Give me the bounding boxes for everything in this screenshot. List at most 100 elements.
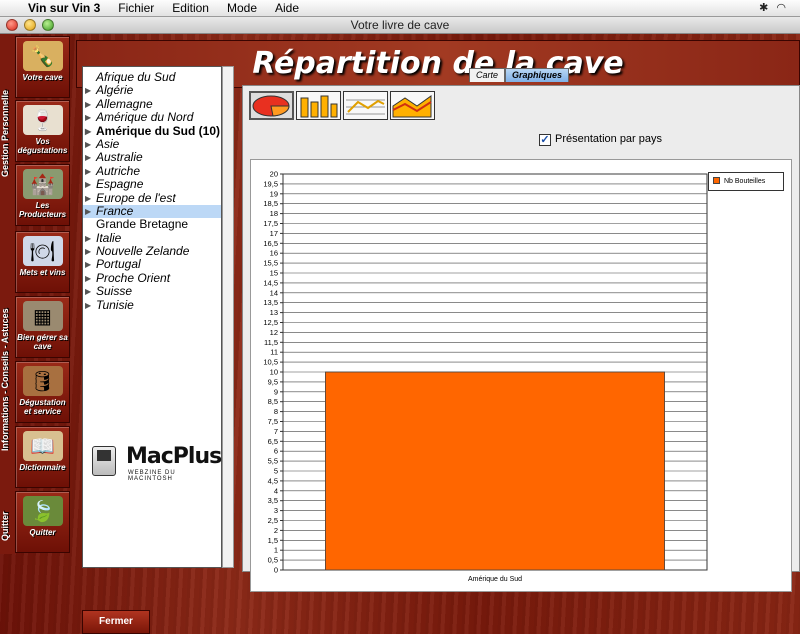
country-list[interactable]: Afrique du Sud ▶ Algérie ▶ Allemagne ▶ Amériqu… — [82, 66, 234, 568]
menu-edition[interactable]: Edition — [172, 1, 209, 15]
minimize-window-button[interactable] — [24, 19, 36, 31]
disclosure-triangle-icon[interactable]: ▶ — [85, 165, 91, 178]
y-tick-label: 13 — [270, 308, 278, 317]
y-tick-label: 9 — [274, 387, 278, 396]
bar-chart-icon — [300, 95, 338, 118]
tab-graphiques[interactable]: Graphiques — [505, 68, 569, 82]
bluetooth-icon[interactable]: ✱ — [759, 2, 776, 14]
nav-degustation-service[interactable]: 🛢 Dégustation et service — [15, 361, 70, 423]
y-tick-label: 13,5 — [263, 298, 278, 307]
disclosure-triangle-icon[interactable]: ▶ — [85, 84, 91, 97]
y-tick-label: 12 — [270, 328, 278, 337]
nav-vos-degustations[interactable]: 🍷 Vos dégustations — [15, 100, 70, 162]
country-item[interactable]: ▶ Italie — [83, 230, 221, 245]
disclosure-triangle-icon[interactable]: ▶ — [85, 138, 91, 151]
country-label: Tunisie — [96, 297, 134, 312]
nav-bien-gerer[interactable]: ▦ Bien gérer sa cave — [15, 296, 70, 358]
wifi-icon[interactable]: ◠ — [776, 2, 794, 14]
wine-rack-icon: ▦ — [22, 301, 63, 331]
legend-label: Nb Bouteilles — [724, 178, 766, 185]
menu-app-name[interactable]: Vin sur Vin 3 — [28, 1, 100, 15]
par-pays-checkbox[interactable]: ✓ — [539, 134, 551, 146]
y-tick-label: 4 — [274, 486, 278, 495]
logo-name: MacPlus — [126, 444, 222, 469]
x-tick-label: Amérique du Sud — [468, 576, 522, 583]
y-tick-label: 15 — [270, 269, 278, 278]
country-item[interactable]: ▶ Europe de l'est — [83, 190, 221, 205]
country-label: Autriche — [96, 163, 141, 178]
nav-quitter[interactable]: 🍃 Quitter — [15, 491, 70, 553]
disclosure-triangle-icon[interactable]: ▶ — [85, 272, 91, 285]
country-item[interactable]: ▶ Amérique du Nord — [83, 110, 221, 124]
disclosure-triangle-icon[interactable]: ▶ — [85, 245, 91, 258]
macintosh-icon — [92, 446, 116, 476]
country-item[interactable]: ▶ Suisse — [83, 285, 221, 298]
bar-chart: 00,511,522,533,544,555,566,577,588,599,5… — [263, 170, 708, 583]
disclosure-triangle-icon[interactable]: ▶ — [85, 192, 91, 205]
country-label: Amérique du Sud (10) — [96, 123, 221, 138]
y-tick-label: 11 — [270, 348, 278, 357]
y-tick-label: 7,5 — [268, 417, 278, 426]
line-chart-icon — [346, 99, 385, 115]
country-items: Afrique du Sud ▶ Algérie ▶ Allemagne ▶ Amériqu… — [83, 70, 221, 312]
pie-chart-type-button[interactable] — [249, 91, 294, 120]
nav-les-producteurs[interactable]: 🏰 Les Producteurs — [15, 164, 70, 226]
disclosure-triangle-icon[interactable]: ▶ — [85, 178, 91, 191]
area-chart-type-button[interactable] — [390, 91, 435, 120]
country-item[interactable]: ▶ Australie — [83, 151, 221, 164]
country-label: Suisse — [96, 284, 133, 299]
country-label: Australie — [96, 150, 143, 165]
zoom-window-button[interactable] — [42, 19, 54, 31]
y-tick-label: 15,5 — [263, 259, 278, 268]
country-item[interactable]: ▶ Tunisie — [83, 297, 221, 312]
country-label: Allemagne — [96, 96, 153, 111]
fermer-button[interactable]: Fermer — [82, 610, 150, 634]
nav-label: Vos dégustations — [17, 137, 68, 155]
y-tick-label: 17,5 — [263, 219, 278, 228]
nav-dictionnaire[interactable]: 📖 Dictionnaire — [15, 426, 70, 488]
close-window-button[interactable] — [6, 19, 18, 31]
y-tick-label: 14 — [270, 288, 278, 297]
country-item[interactable]: ▶ France — [83, 204, 221, 219]
menu-fichier[interactable]: Fichier — [118, 1, 154, 15]
disclosure-triangle-icon[interactable]: ▶ — [85, 111, 91, 124]
country-label: Europe de l'est — [96, 190, 176, 205]
disclosure-triangle-icon[interactable]: ▶ — [85, 299, 91, 312]
country-item[interactable]: ▶ Portugal — [83, 258, 221, 271]
disclosure-triangle-icon[interactable]: ▶ — [85, 285, 91, 298]
nav-label: Votre cave — [22, 73, 63, 82]
country-item[interactable]: ▶ Autriche — [83, 163, 221, 178]
bar-chart-type-button[interactable] — [296, 91, 341, 120]
nav-label: Dictionnaire — [19, 463, 66, 472]
country-item[interactable]: Afrique du Sud — [83, 70, 221, 84]
y-tick-label: 18 — [270, 209, 278, 218]
country-item[interactable]: ▶ Espagne — [83, 177, 221, 191]
disclosure-triangle-icon[interactable]: ▶ — [85, 151, 91, 164]
legend-swatch — [713, 177, 720, 184]
menu-aide[interactable]: Aide — [275, 1, 299, 15]
country-item[interactable]: ▶ Algérie — [83, 84, 221, 97]
line-chart-type-button[interactable] — [343, 91, 388, 120]
country-item[interactable]: ▶ Allemagne — [83, 96, 221, 111]
country-item[interactable]: ▶ Amérique du Sud (10) — [83, 123, 221, 138]
menu-mode[interactable]: Mode — [227, 1, 257, 15]
country-item[interactable]: ▶ Asie — [83, 137, 221, 151]
nav-votre-cave[interactable]: 🍾 Votre cave — [15, 36, 70, 98]
group-label-quitter: Quitter — [0, 511, 10, 541]
nav-mets-et-vins[interactable]: 🍽 Mets et vins — [15, 231, 70, 293]
nav-label: Bien gérer sa cave — [17, 333, 68, 351]
disclosure-triangle-icon[interactable]: ▶ — [85, 205, 91, 218]
country-item[interactable]: ▶ Nouvelle Zelande — [83, 244, 221, 258]
disclosure-triangle-icon[interactable]: ▶ — [85, 232, 91, 245]
y-tick-label: 9,5 — [268, 377, 278, 386]
country-item[interactable]: ▶ Proche Orient — [83, 271, 221, 285]
disclosure-triangle-icon[interactable]: ▶ — [85, 258, 91, 271]
disclosure-triangle-icon[interactable]: ▶ — [85, 98, 91, 111]
country-label: Italie — [96, 230, 122, 245]
wine-glasses-icon: 🍷 — [22, 105, 63, 135]
tab-carte[interactable]: Carte — [469, 68, 505, 82]
country-item[interactable]: Grande Bretagne — [83, 218, 221, 231]
chateau-icon: 🏰 — [22, 169, 63, 199]
disclosure-triangle-icon[interactable]: ▶ — [85, 125, 91, 138]
country-list-scrollbar[interactable] — [222, 66, 234, 568]
